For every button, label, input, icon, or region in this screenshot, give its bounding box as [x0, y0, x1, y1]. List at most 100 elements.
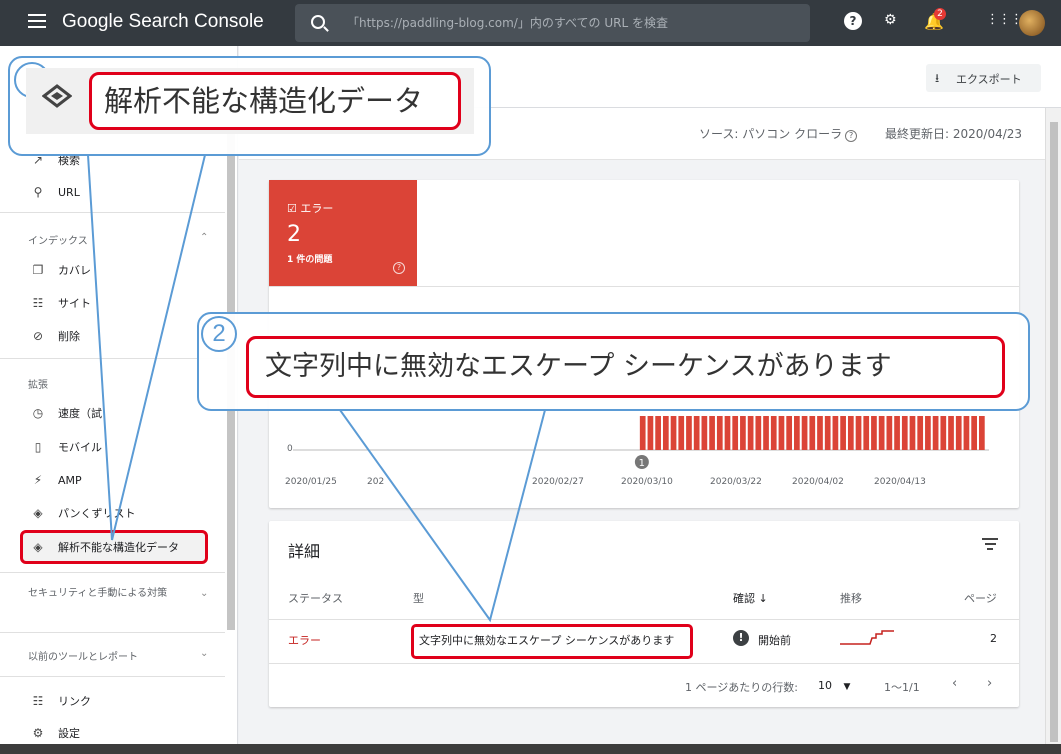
- links-icon: ☷: [32, 694, 44, 708]
- row-divider: [269, 619, 1019, 620]
- sidebar-item-label: サイト: [58, 297, 91, 310]
- error-subtitle: 1 件の問題: [287, 255, 333, 265]
- sitemap-icon: ☷: [32, 296, 44, 310]
- export-button[interactable]: ⭳ エクスポート: [926, 64, 1041, 92]
- x-tick-label: 2020/01/25: [285, 477, 337, 487]
- top-app-bar: Google Search Console ? ⚙ 🔔 2 ⋮⋮⋮: [0, 0, 1061, 46]
- layers-icon: ◈: [33, 540, 43, 554]
- chart-bar: [740, 416, 746, 450]
- chart-bar: [662, 416, 669, 450]
- chart-bar: [901, 416, 908, 450]
- row-status: エラー: [288, 634, 321, 647]
- column-pages[interactable]: ページ: [964, 590, 997, 606]
- filter-icon[interactable]: [982, 538, 998, 553]
- chevron-up-icon[interactable]: ⌃: [200, 232, 208, 243]
- sidebar-item-breadcrumbs[interactable]: ◈ パンくずリスト: [0, 498, 225, 528]
- x-tick-label: 2020/04/13: [874, 477, 926, 487]
- column-trend[interactable]: 推移: [840, 590, 862, 606]
- chart-bar: [809, 416, 816, 450]
- sidebar-item-removals[interactable]: ⊘ 削除: [0, 321, 225, 351]
- annotation-marker-label: 1: [639, 458, 645, 469]
- sidebar-divider: [0, 212, 225, 213]
- chart-bar: [979, 416, 985, 450]
- speedometer-icon: ◷: [32, 406, 44, 420]
- row-divider: [269, 663, 1019, 664]
- x-tick-label: 2020/02/27: [532, 477, 584, 487]
- main-scrollbar[interactable]: [1045, 108, 1061, 754]
- chart-bar: [709, 416, 715, 450]
- chart-bar: [678, 416, 685, 450]
- notification-count-badge: 2: [934, 8, 946, 20]
- help-icon[interactable]: ?: [844, 12, 862, 30]
- chart-bar: [863, 416, 870, 450]
- sidebar-divider: [0, 676, 225, 677]
- url-inspection-search[interactable]: [295, 4, 810, 42]
- sidebar-divider: [0, 572, 225, 573]
- trend-sparkline: [840, 630, 894, 645]
- error-tile-title: ☑ エラー: [287, 202, 334, 215]
- sidebar-item-label: 解析不能な構造化データ: [58, 541, 179, 554]
- chart-bar: [878, 416, 885, 450]
- error-summary-tile[interactable]: ☑ エラー 2 1 件の問題 ?: [269, 180, 417, 286]
- chart-bar: [871, 416, 877, 450]
- help-icon[interactable]: ?: [845, 130, 858, 142]
- chevron-down-icon[interactable]: ⌄: [200, 588, 208, 599]
- sidebar-section-index[interactable]: インデックス: [28, 232, 88, 247]
- sidebar-item-amp[interactable]: ⚡ AMP: [0, 465, 225, 495]
- error-count: 2: [287, 222, 301, 247]
- rows-per-page-label: 1 ページあたりの行数:: [685, 681, 798, 694]
- pagination-range: 1〜1/1: [884, 681, 920, 694]
- chart-bar: [840, 416, 846, 450]
- layers-icon: ◈: [33, 506, 43, 520]
- chart-bar: [963, 416, 970, 450]
- sidebar-item-label: リンク: [58, 695, 91, 708]
- app-title[interactable]: Google Search Console: [62, 11, 264, 33]
- lightning-icon: ⚡: [33, 473, 43, 487]
- sidebar-item-coverage[interactable]: ❐ カバレ: [0, 255, 225, 285]
- sidebar-item-label: 速度（試: [58, 407, 102, 420]
- apps-grid-icon[interactable]: ⋮⋮⋮: [986, 12, 1023, 27]
- phone-icon: ▯: [34, 440, 42, 454]
- dropdown-arrow-icon: ▼: [843, 682, 851, 692]
- sidebar-item-label: AMP: [58, 473, 82, 487]
- x-tick-label: 2020/03/22: [710, 477, 762, 487]
- chart-bar: [894, 416, 900, 450]
- hamburger-icon[interactable]: [28, 14, 46, 28]
- sidebar-item-unparsable-structured-data[interactable]: ◈ 解析不能な構造化データ: [0, 532, 225, 562]
- search-icon: ⚲: [33, 185, 43, 199]
- export-label: エクスポート: [956, 73, 1022, 86]
- users-settings-icon[interactable]: ⚙: [884, 12, 897, 28]
- source-label: ソース: パソコン クローラ?: [699, 125, 858, 142]
- rows-per-page-select[interactable]: 10 ▼: [818, 679, 850, 692]
- help-icon[interactable]: ?: [393, 262, 405, 274]
- column-type[interactable]: 型: [413, 590, 424, 606]
- chart-bar: [855, 416, 862, 450]
- sidebar-item-speed[interactable]: ◷ 速度（試: [0, 398, 225, 428]
- sidebar-item-links[interactable]: ☷ リンク: [0, 686, 225, 716]
- chart-bar: [732, 416, 739, 450]
- chevron-left-icon[interactable]: ‹: [952, 676, 957, 691]
- row-validation: 開始前: [758, 634, 791, 647]
- sidebar-section-security[interactable]: セキュリティと手動による対策: [28, 586, 178, 601]
- search-input[interactable]: [347, 13, 787, 33]
- eye-off-icon: ⊘: [32, 329, 44, 343]
- column-status[interactable]: ステータス: [288, 590, 343, 606]
- sidebar-item-sitemaps[interactable]: ☷ サイト: [0, 288, 225, 318]
- sidebar-section-legacy[interactable]: 以前のツールとレポート: [28, 648, 138, 663]
- sidebar-divider: [0, 358, 225, 359]
- chart-bar: [925, 416, 931, 450]
- chevron-right-icon[interactable]: ›: [987, 676, 992, 691]
- avatar[interactable]: [1019, 10, 1045, 36]
- scroll-thumb[interactable]: [1050, 122, 1058, 742]
- chart-bar: [716, 416, 723, 450]
- chevron-down-icon[interactable]: ⌄: [200, 648, 208, 659]
- sidebar-item-url-inspection[interactable]: ⚲ URL: [0, 177, 225, 207]
- sidebar-item-mobile-usability[interactable]: ▯ モバイル: [0, 432, 225, 462]
- layers-icon: [42, 84, 72, 108]
- row-pages: 2: [990, 632, 997, 645]
- y-tick-label: 0: [287, 444, 293, 454]
- column-validation[interactable]: 確認 ↓: [733, 590, 768, 606]
- x-tick-label: 2020/04/02: [792, 477, 844, 487]
- details-title: 詳細: [288, 542, 321, 561]
- bottom-strip: [0, 744, 1061, 754]
